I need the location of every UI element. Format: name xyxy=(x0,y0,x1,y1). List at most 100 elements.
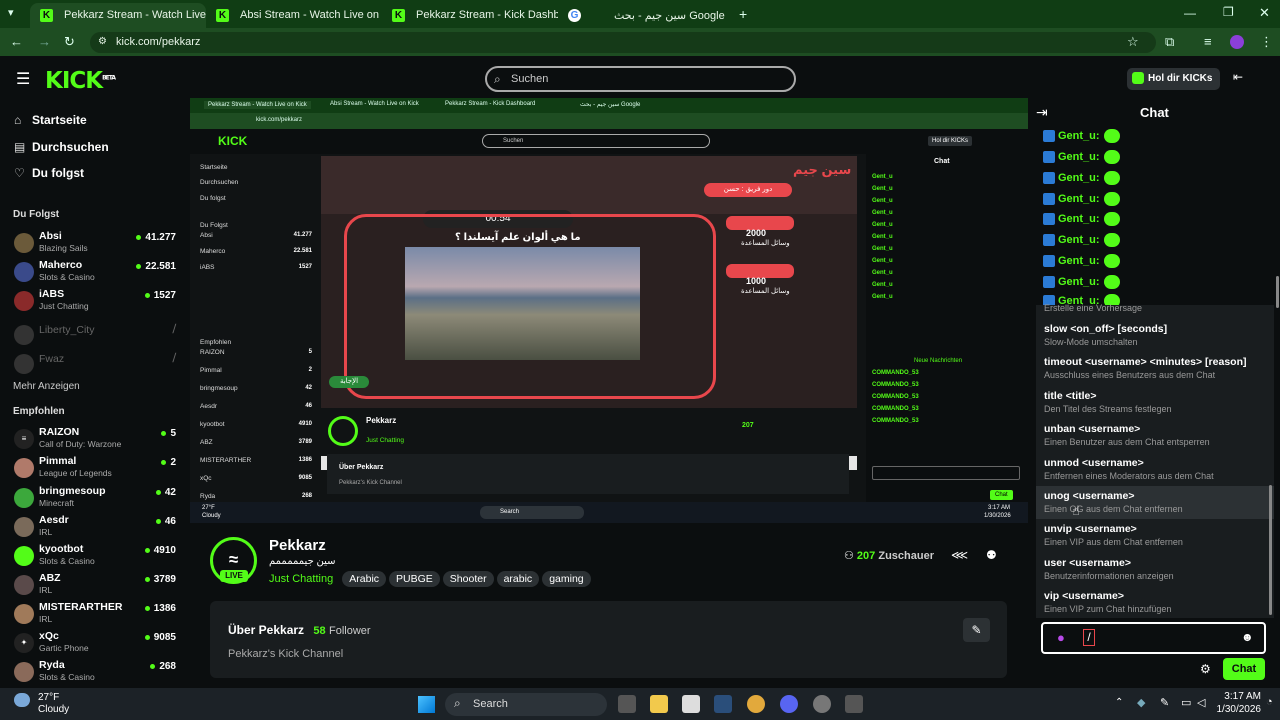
microphone-icon[interactable]: ● xyxy=(1057,630,1065,645)
minimize-icon[interactable]: — xyxy=(1184,6,1196,20)
profile-avatar[interactable] xyxy=(1230,35,1244,49)
nav-browse[interactable]: ▤ Durchsuchen xyxy=(14,140,109,154)
chat-settings-icon[interactable]: ⚙ xyxy=(1200,662,1211,676)
browser-tab-4[interactable]: G سين جيم - بحث Google xyxy=(558,3,734,28)
tag-chip[interactable]: PUBGE xyxy=(389,571,440,587)
steam-icon[interactable] xyxy=(714,695,732,713)
taskbar-search[interactable]: ⌕ Search xyxy=(445,693,607,716)
kick-logo[interactable]: KICKBETA xyxy=(45,68,116,94)
clock-time[interactable]: 3:17 AM xyxy=(1215,691,1261,702)
chat-message[interactable]: Gent_u: xyxy=(1043,129,1120,147)
sidebar-channel-raizon[interactable]: ≡ RAIZON Call of Duty: Warzone 5 xyxy=(12,426,188,454)
back-icon[interactable]: ← xyxy=(10,34,23,49)
edit-icon[interactable]: ✎ xyxy=(963,618,990,642)
sidebar-channel-bringmesoup[interactable]: bringmesoup Minecraft 42 xyxy=(12,485,188,513)
show-more-link[interactable]: Mehr Anzeigen xyxy=(13,381,80,392)
notification-icon[interactable]: ◔ xyxy=(1266,696,1273,708)
sidebar-channel-iabs[interactable]: iABS Just Chatting 1527 xyxy=(12,288,188,316)
maximize-icon[interactable]: ❐ xyxy=(1223,5,1234,19)
weather-desc[interactable]: Cloudy xyxy=(38,704,69,715)
sidebar-channel-xqc[interactable]: ✦ xQc Gartic Phone 9085 xyxy=(12,630,188,658)
tag-chip[interactable]: arabic xyxy=(496,571,540,587)
avatar xyxy=(14,604,34,624)
command-item[interactable]: title <title> Den Titel des Streams festl… xyxy=(1044,390,1270,422)
extensions-icon[interactable]: ⧉ xyxy=(1165,34,1174,50)
search-input[interactable]: ⌕ Suchen xyxy=(485,66,796,92)
tray-app-icon-2[interactable]: ✎ xyxy=(1160,696,1169,709)
sidebar-channel-pimmal[interactable]: Pimmal League of Legends 2 xyxy=(12,455,188,483)
weather-icon[interactable] xyxy=(14,693,30,707)
chat-input[interactable]: ● / ☻ xyxy=(1041,622,1266,654)
browser-tab-3[interactable]: K Pekkarz Stream - Kick Dashboard xyxy=(382,3,558,28)
store-icon[interactable] xyxy=(682,695,700,713)
site-info-icon[interactable]: ⚙ xyxy=(98,36,107,47)
sidebar-channel-abz[interactable]: ABZ IRL 3789 xyxy=(12,572,188,600)
chat-message[interactable]: Gent_u: xyxy=(1043,254,1120,272)
url-field[interactable]: ⚙ kick.com/pekkarz xyxy=(90,32,1156,53)
chrome-icon[interactable] xyxy=(747,695,765,713)
stream-category-link[interactable]: Just Chatting xyxy=(269,573,333,585)
avatar xyxy=(14,325,34,345)
sidebar-channel-misterarther[interactable]: MISTERARTHER IRL 1386 xyxy=(12,601,188,629)
discord-icon[interactable] xyxy=(780,695,798,713)
command-item[interactable]: timeout <username> <minutes> [reason] Aus… xyxy=(1044,356,1270,388)
new-tab-icon[interactable]: + xyxy=(739,6,747,22)
command-item[interactable]: unmod <username> Entfernen eines Moderato… xyxy=(1044,457,1270,489)
tag-chip[interactable]: Shooter xyxy=(442,571,494,587)
command-scrollbar[interactable] xyxy=(1269,485,1272,615)
sidebar-channel-fwaz[interactable]: Fwaz ⧸ xyxy=(12,351,188,379)
streamer-name[interactable]: Pekkarz xyxy=(269,537,326,554)
command-item[interactable]: slow <on_off> [seconds] Slow-Mode umschal… xyxy=(1044,323,1270,355)
app-icon-2[interactable] xyxy=(845,695,863,713)
forward-icon[interactable]: → xyxy=(38,34,51,49)
command-item[interactable]: unvip <username> Einen VIP aus dem Chat e… xyxy=(1044,523,1270,555)
weather-temp[interactable]: 27°F xyxy=(38,692,59,703)
sidebar-channel-kyootbot[interactable]: kyootbot Slots & Casino 4910 xyxy=(12,543,188,571)
tray-chevron-icon[interactable]: ⌃ xyxy=(1115,697,1123,708)
close-icon[interactable]: ✕ xyxy=(1259,5,1270,21)
command-item[interactable]: vip <username> Einen VIP zum Chat hinzufü… xyxy=(1044,590,1270,622)
browser-tab-2[interactable]: K Absi Stream - Watch Live on Kick xyxy=(206,3,382,28)
bookmark-star-icon[interactable]: ☆ xyxy=(1127,34,1139,50)
sidebar-channel-ryda[interactable]: Ryda Slots & Casino 268 xyxy=(12,659,188,687)
get-kicks-button[interactable]: Hol dir KICKs xyxy=(1127,68,1220,90)
command-item[interactable]: unban <username> Einen Benutzer aus dem C… xyxy=(1044,423,1270,455)
emoji-icon[interactable]: ☻ xyxy=(1241,630,1254,644)
chat-message[interactable]: Gent_u: xyxy=(1043,233,1120,251)
tab-list-icon[interactable]: ▾ xyxy=(8,6,14,19)
app-icon[interactable] xyxy=(813,695,831,713)
chat-message[interactable]: Gent_u: xyxy=(1043,171,1120,189)
file-explorer-icon[interactable] xyxy=(650,695,668,713)
chat-message[interactable]: Gent_u: xyxy=(1043,192,1120,210)
reload-icon[interactable]: ↻ xyxy=(64,34,75,50)
chat-scrollbar[interactable] xyxy=(1276,276,1279,308)
tag-chip[interactable]: Arabic xyxy=(342,571,387,587)
sidebar-channel-absi[interactable]: Absi Blazing Sails 41.277 xyxy=(12,230,188,258)
sidebar-channel-liberty-city[interactable]: Liberty_City ⧸ xyxy=(12,322,188,350)
browser-tab-1[interactable]: K Pekkarz Stream - Watch Live on Kick xyxy=(30,3,206,28)
sidebar-channel-maherco[interactable]: Maherco Slots & Casino 22.581 xyxy=(12,259,188,287)
windows-start-icon[interactable] xyxy=(418,696,435,713)
task-view-icon[interactable] xyxy=(618,695,636,713)
clock-date[interactable]: 1/30/2026 xyxy=(1205,704,1262,715)
media-icon[interactable]: ≡ xyxy=(1204,34,1212,49)
nav-home[interactable]: ⌂ Startseite xyxy=(14,113,87,127)
send-chat-button[interactable]: Chat xyxy=(1223,658,1265,680)
chat-message[interactable]: Gent_u: xyxy=(1043,150,1120,168)
chat-message[interactable]: Gent_u: xyxy=(1043,212,1120,230)
hamburger-menu-icon[interactable]: ☰ xyxy=(16,69,30,89)
browser-menu-icon[interactable]: ⋮ xyxy=(1260,34,1273,50)
chat-message[interactable]: Gent_u: xyxy=(1043,275,1120,293)
collapse-icon[interactable]: ⇤ xyxy=(1233,70,1243,84)
command-item[interactable]: user <username> Benutzerinformationen anz… xyxy=(1044,557,1270,589)
network-icon[interactable]: ▭ xyxy=(1181,696,1191,709)
share-icon[interactable]: ⋘ xyxy=(951,548,968,562)
chat-collapse-icon[interactable]: ⇥ xyxy=(1036,104,1048,121)
tray-app-icon[interactable]: ◆ xyxy=(1137,696,1145,709)
nav-following[interactable]: ♡ Du folgst xyxy=(14,166,84,180)
sidebar-channel-aesdr[interactable]: Aesdr IRL 46 xyxy=(12,514,188,542)
video-player[interactable]: Pekkarz Stream - Watch Live on Kick Absi… xyxy=(190,98,1028,523)
avatar xyxy=(14,662,34,682)
tag-chip[interactable]: gaming xyxy=(542,571,591,587)
add-user-icon[interactable]: ⚉ xyxy=(986,548,997,562)
